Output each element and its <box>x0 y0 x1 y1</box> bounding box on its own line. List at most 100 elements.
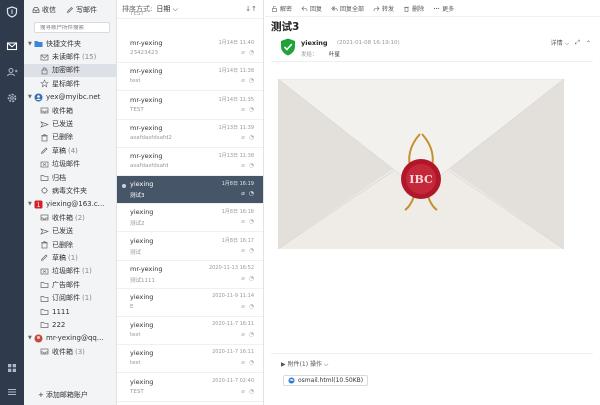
folder-icon <box>40 213 49 222</box>
attachment-clip-icon: ⌀ ◔ <box>241 162 255 169</box>
recipient-name[interactable]: 叶星 <box>329 50 340 58</box>
attachment-clip-icon: ⌀ ◔ <box>241 133 255 141</box>
message-row[interactable]: mr-yexing 1月14日 11:40 23423423 ⌀ ◔ <box>117 35 263 64</box>
folder-item-label: 已发送 <box>52 227 73 236</box>
verified-shield-icon <box>281 38 295 56</box>
message-row[interactable]: mr-yexing 1月14日 11:38 test ⌀ ◔ <box>117 63 263 92</box>
folder-item-quick-0[interactable]: 未读邮件 (15) <box>24 50 116 63</box>
receive-button[interactable]: 收信 <box>32 5 56 15</box>
folder-item-account2-7[interactable]: 1111 <box>24 305 116 318</box>
detail-button[interactable]: 详情 ⌵ <box>551 38 569 48</box>
message-row[interactable]: yiexing 2020-11-7 02:40 TEST ⌀ ◔ <box>117 374 263 402</box>
collapse-icon[interactable]: ⌃ <box>586 40 591 47</box>
folder-item-account2-3[interactable]: 草稿 (1) <box>24 251 116 264</box>
folder-item-account1-6[interactable]: 病毒文件夹 <box>24 184 116 197</box>
folder-item-account2-4[interactable]: 垃圾邮件 (1) <box>24 265 116 278</box>
folder-icon <box>40 106 49 115</box>
reading-pane: 解密 回复 回复全部 转发 删除 更多 测试3 yiexing (2021-01-08 1… <box>265 0 600 405</box>
folder-item-account1-4[interactable]: 垃圾邮件 <box>24 158 116 171</box>
message-row[interactable]: mr-yexing 1月14日 11:35 TEST ⌀ ◔ <box>117 92 263 120</box>
detail-label: 详情 <box>550 40 563 47</box>
more-icon <box>433 7 440 9</box>
folder-section-label: mr-yexing@qq... <box>46 334 104 343</box>
message-list: 排序方式: 日期 ⌵ ↓↑ TEST mr-yexing 1月14日 11:40 23… <box>117 0 264 405</box>
folder-section-quick[interactable]: ▼ 快捷文件夹 <box>24 37 116 50</box>
message-row[interactable]: yiexing 1月8日 16:17 测试 ⌀ ◔ <box>117 233 263 261</box>
reply-all-button[interactable]: 回复全部 <box>331 4 364 13</box>
folder-star-icon <box>34 39 43 48</box>
message-sender: yiexing <box>130 321 154 330</box>
compose-button[interactable]: 写邮件 <box>66 5 97 15</box>
message-row[interactable]: mr-yexing 1月13日 11:39 asafdasfdsafd2 ⌀ ◔ <box>117 120 263 148</box>
folder-item-quick-2[interactable]: 星标邮件 <box>24 77 116 90</box>
folder-item-account1-2[interactable]: 已删除 <box>24 131 116 144</box>
delete-button[interactable]: 删除 <box>403 4 424 13</box>
message-sender: mr-yexing <box>130 152 163 160</box>
settings-icon[interactable] <box>6 92 18 104</box>
mail-icon[interactable] <box>6 40 18 52</box>
attachment-clip-icon: ⌀ ◔ <box>241 49 255 57</box>
message-row[interactable]: mr-yexing 1月13日 11:38 asafdasfdsafd ⌀ ◔ <box>117 148 263 176</box>
message-date: 1月14日 11:38 <box>218 68 254 75</box>
menu-icon[interactable] <box>6 386 18 398</box>
message-row[interactable]: yiexing 2020-11-9 11:14 E ⌀ ◔ <box>117 289 263 317</box>
more-button[interactable]: 更多 <box>433 4 454 13</box>
add-account-button[interactable]: + 添加邮箱账户 <box>38 390 88 400</box>
folder-item-account1-3[interactable]: 草稿 (4) <box>24 144 116 157</box>
folder-section-account1[interactable]: ▼ yex@myibc.net <box>24 91 116 104</box>
folder-item-quick-1[interactable]: 加密邮件 <box>24 63 116 78</box>
apps-icon[interactable] <box>6 362 18 374</box>
message-row[interactable]: yiexing 2020-11-7 16:11 test ⌀ ◔ <box>117 345 263 374</box>
recipient-label: 发给： <box>301 52 318 58</box>
reply-button[interactable]: 回复 <box>301 4 322 13</box>
folder-section-account3[interactable]: ▼ mr-yexing@qq... <box>24 332 116 345</box>
folder-item-account2-6[interactable]: 订阅邮件 (1) <box>24 291 116 304</box>
folder-tree: ▼ 快捷文件夹 未读邮件 (15) 加密邮件 星标邮件 ▼ yex@myibc.net 收件箱已… <box>24 37 116 358</box>
message-subject: test <box>130 78 141 85</box>
contacts-icon[interactable] <box>6 66 18 78</box>
folder-item-label: 广告邮件 <box>52 280 80 289</box>
folder-icon <box>40 280 49 289</box>
attachment-clip-icon: ⌀ ◔ <box>241 359 255 367</box>
message-row[interactable]: mr-yexing 2020-11-13 16:52 测试1111 ⌀ ◔ <box>117 261 263 289</box>
folder-item-account2-1[interactable]: 已发送 <box>24 224 116 237</box>
message-subject: 测试3 <box>130 193 145 200</box>
folder-item-account2-2[interactable]: 已删除 <box>24 238 116 251</box>
toolbar-label: 转发 <box>382 5 395 13</box>
folder-icon <box>40 320 49 329</box>
folder-item-account1-5[interactable]: 归档 <box>24 171 116 184</box>
folder-item-count: (15) <box>82 53 97 62</box>
folder-icon <box>40 186 49 195</box>
folder-icon <box>40 240 49 249</box>
attachment-file[interactable]: osmail.html(10.50KB) <box>283 375 369 386</box>
folder-item-account1-0[interactable]: 收件箱 <box>24 104 116 117</box>
forward-button[interactable]: 转发 <box>373 4 394 13</box>
folder-section-account2[interactable]: ▼ 1 yiexing@163.c... <box>24 198 116 211</box>
folder-item-account2-0[interactable]: 收件箱 (2) <box>24 211 116 224</box>
message-row[interactable]: yiexing 1月8日 16:19 测试3 ⌀ ◔ <box>117 176 263 205</box>
message-row[interactable]: TEST <box>117 0 263 19</box>
unlock-button[interactable]: 解密 <box>271 4 292 13</box>
account-qq-icon <box>34 334 43 343</box>
folder-item-label: 收件箱 <box>52 347 73 356</box>
folder-search[interactable] <box>34 22 110 33</box>
attachment-clip-icon: ⌀ ◔ <box>241 387 255 395</box>
expand-icon[interactable]: ⤢ <box>575 39 580 47</box>
message-row[interactable]: yiexing 2020-11-7 16:11 test ⌀ ◔ <box>117 317 263 346</box>
folder-item-count: (1) <box>68 253 78 262</box>
folder-item-account3-0[interactable]: 收件箱 (3) <box>24 345 116 358</box>
folder-item-account2-8[interactable]: 222 <box>24 318 116 331</box>
delete-icon <box>404 6 409 12</box>
message-sender: yiexing <box>130 180 154 189</box>
shield-logo-icon[interactable] <box>6 6 18 18</box>
folder-item-account1-1[interactable]: 已发送 <box>24 117 116 130</box>
sender-name[interactable]: yiexing <box>301 39 328 47</box>
folder-icon <box>40 146 49 155</box>
message-title: 测试3 <box>271 21 300 33</box>
folder-item-account2-5[interactable]: 广告邮件 <box>24 278 116 291</box>
attachment-header[interactable]: ▶ 附件(1) 操作 ⌵ <box>281 359 593 369</box>
folder-icon <box>40 173 49 182</box>
message-row[interactable]: yiexing 1月8日 16:18 测试2 ⌀ ◔ <box>117 204 263 233</box>
search-input[interactable] <box>40 24 110 31</box>
folder-icon <box>40 307 49 316</box>
